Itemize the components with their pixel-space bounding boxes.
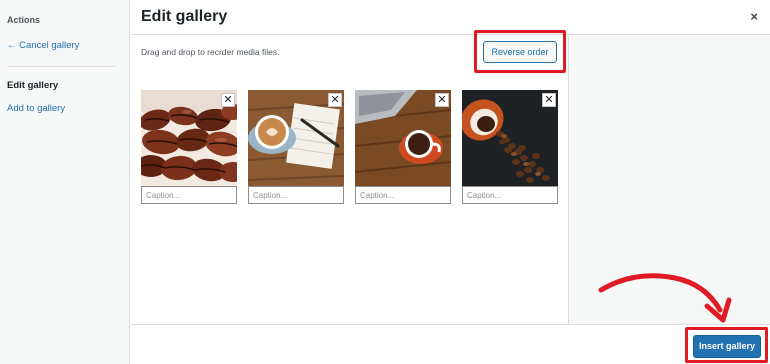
gallery-settings-pane [568,36,770,324]
modal-footer [131,324,770,364]
caption-input[interactable] [248,186,344,204]
sidebar-divider [7,66,115,67]
page-title: Edit gallery [141,8,228,25]
caption-input[interactable] [462,186,558,204]
close-icon[interactable]: × [750,10,758,23]
reverse-order-button[interactable]: Reverse order [483,41,557,63]
thumbnail-image[interactable]: ✕ [141,90,237,186]
drag-instructions: Drag and drop to recrder media files. [141,47,280,57]
thumbnail-image[interactable]: ✕ [248,90,344,186]
thumbnail-image[interactable]: ✕ [462,90,558,186]
remove-item-icon[interactable]: ✕ [542,93,556,107]
remove-item-icon[interactable]: ✕ [435,93,449,107]
thumbnail-image[interactable]: ✕ [355,90,451,186]
gallery-item[interactable]: ✕ [462,90,558,204]
modal-header: Edit gallery × [131,0,770,35]
add-to-gallery-link[interactable]: Add to gallery [7,103,65,114]
gallery-item[interactable]: ✕ [141,90,237,204]
caption-input[interactable] [141,186,237,204]
edit-gallery-menu-item[interactable]: Edit gallery [7,80,58,91]
actions-heading: Actions [7,15,41,25]
gallery-item[interactable]: ✕ [355,90,451,204]
media-sidebar: Actions ← Cancel gallery Edit gallery Ad… [0,0,130,364]
gallery-item[interactable]: ✕ [248,90,344,204]
cancel-gallery-link[interactable]: ← Cancel gallery [7,40,79,51]
insert-gallery-button[interactable]: Insert gallery [693,335,761,358]
remove-item-icon[interactable]: ✕ [221,93,235,107]
caption-input[interactable] [355,186,451,204]
remove-item-icon[interactable]: ✕ [328,93,342,107]
